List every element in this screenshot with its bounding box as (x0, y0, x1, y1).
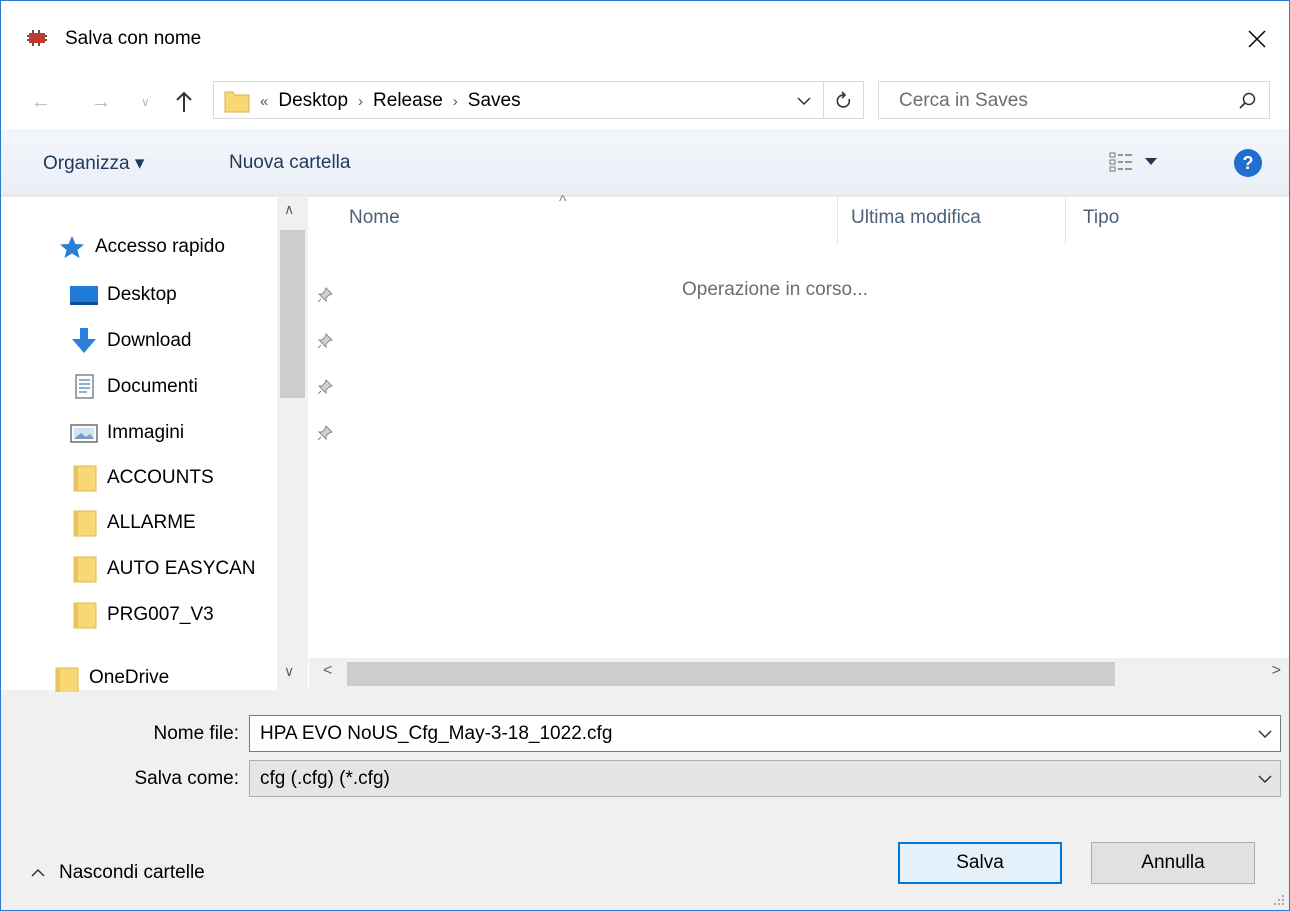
folder-icon (73, 556, 97, 583)
breadcrumb-release[interactable]: Release (373, 90, 443, 112)
back-icon[interactable]: ← (31, 91, 51, 114)
navigation-bar: ← → ∨ « Desktop › Release › Saves Cerca … (1, 77, 1289, 129)
nav-item-prg007-v3[interactable]: PRG007_V3 (69, 597, 214, 633)
forward-icon[interactable]: → (91, 91, 111, 114)
search-box[interactable]: Cerca in Saves (878, 81, 1270, 119)
navigation-pane: Accesso rapido Desktop Download Document… (1, 197, 333, 692)
pictures-icon (70, 424, 98, 443)
command-bar: Organizza ▾ Nuova cartella ? (1, 129, 1289, 196)
documents-icon (75, 374, 94, 399)
nav-item-download[interactable]: Download (69, 323, 333, 359)
nav-item-label: ALLARME (107, 512, 196, 533)
download-icon (72, 328, 96, 353)
close-icon (1248, 30, 1266, 48)
help-button[interactable]: ? (1234, 149, 1262, 177)
column-header-name[interactable]: Nome (349, 207, 400, 229)
view-options-button[interactable] (1109, 151, 1157, 173)
save-button[interactable]: Salva (898, 842, 1062, 884)
title-bar: Salva con nome (1, 1, 1289, 77)
filename-field[interactable]: HPA EVO NoUS_Cfg_May-3-18_1022.cfg (249, 715, 1281, 752)
scroll-right-icon[interactable]: > (1272, 662, 1281, 680)
search-icon (1239, 92, 1256, 109)
hide-folders-label: Nascondi cartelle (59, 862, 205, 883)
savetype-label: Salva come: (134, 768, 239, 789)
folder-icon (224, 91, 250, 113)
window-title: Salva con nome (65, 28, 202, 49)
nav-item-label: AUTO EASYCAN (107, 558, 256, 579)
content-area: Accesso rapido Desktop Download Document… (1, 193, 1289, 692)
nav-item-label: Download (107, 330, 192, 351)
nav-item-auto-easycan[interactable]: AUTO EASYCAN (69, 551, 256, 587)
recent-locations-icon[interactable]: ∨ (141, 95, 150, 109)
search-input[interactable]: Cerca in Saves (899, 90, 1028, 112)
caret-down-icon (1145, 158, 1157, 165)
file-list: ^ Nome Ultima modifica Tipo Operazione i… (309, 193, 1289, 690)
breadcrumb-separator[interactable]: › (358, 93, 363, 110)
nav-item-allarme[interactable]: ALLARME (69, 505, 196, 541)
star-icon (60, 236, 84, 258)
desktop-icon (70, 286, 98, 305)
nav-item-label: ACCOUNTS (107, 467, 214, 488)
chevron-up-icon (31, 868, 45, 877)
column-divider[interactable] (837, 197, 838, 244)
hide-folders-button[interactable]: Nascondi cartelle (31, 862, 205, 884)
nav-item-label: Immagini (107, 422, 185, 443)
nav-item-label: Desktop (107, 284, 177, 305)
folder-icon (73, 510, 97, 537)
filename-input[interactable]: HPA EVO NoUS_Cfg_May-3-18_1022.cfg (260, 723, 612, 745)
scroll-up-icon[interactable]: ∧ (284, 201, 294, 218)
sort-ascending-icon: ^ (559, 193, 567, 210)
nav-item-label: OneDrive (89, 667, 170, 688)
chevron-down-icon (1258, 775, 1272, 784)
new-folder-button[interactable]: Nuova cartella (229, 152, 350, 174)
nav-item-desktop[interactable]: Desktop (69, 277, 333, 313)
column-header-type[interactable]: Tipo (1083, 207, 1119, 229)
view-icon (1109, 152, 1132, 172)
refresh-button[interactable] (826, 87, 862, 115)
up-icon[interactable] (175, 91, 193, 113)
nav-item-label: Accesso rapido (95, 236, 225, 257)
cancel-button[interactable]: Annulla (1091, 842, 1255, 884)
breadcrumb: « Desktop › Release › Saves (260, 90, 521, 112)
breadcrumb-desktop[interactable]: Desktop (278, 90, 348, 112)
nav-item-label: PRG007_V3 (107, 604, 214, 625)
nav-item-onedrive[interactable]: OneDrive (51, 660, 169, 696)
filename-label: Nome file: (153, 723, 239, 744)
folder-icon (55, 667, 79, 692)
address-dropdown-button[interactable] (789, 88, 819, 114)
savetype-select[interactable]: cfg (.cfg) (*.cfg) (249, 760, 1281, 797)
folder-icon (73, 602, 97, 629)
address-bar[interactable]: « Desktop › Release › Saves (213, 81, 864, 119)
breadcrumb-overflow[interactable]: « (260, 93, 268, 110)
breadcrumb-separator[interactable]: › (453, 93, 458, 110)
chevron-down-icon (797, 97, 811, 106)
organize-button[interactable]: Organizza ▾ (43, 152, 144, 175)
resize-grip-icon[interactable] (1271, 892, 1285, 906)
folder-icon (73, 465, 97, 492)
scroll-left-icon[interactable]: < (323, 662, 332, 680)
scroll-down-icon[interactable]: ∨ (284, 663, 294, 680)
nav-item-accounts[interactable]: ACCOUNTS (69, 460, 214, 496)
nav-item-immagini[interactable]: Immagini (69, 415, 333, 451)
save-as-dialog: Salva con nome ← → ∨ « Desktop › Release… (0, 0, 1290, 911)
scrollbar-thumb[interactable] (280, 230, 305, 398)
loading-status: Operazione in corso... (682, 279, 868, 300)
breadcrumb-saves[interactable]: Saves (468, 90, 521, 112)
scrollbar-thumb[interactable] (347, 662, 1115, 686)
address-divider (823, 82, 824, 118)
app-icon (27, 30, 47, 46)
close-button[interactable] (1225, 1, 1289, 77)
chevron-down-icon[interactable] (1258, 724, 1272, 742)
nav-item-quick-access[interactable]: Accesso rapido (57, 229, 225, 265)
column-header-modified[interactable]: Ultima modifica (851, 207, 981, 229)
column-divider[interactable] (1065, 197, 1066, 244)
nav-item-label: Documenti (107, 376, 198, 397)
savetype-value: cfg (.cfg) (*.cfg) (260, 768, 390, 789)
refresh-icon (836, 91, 851, 108)
file-list-scrollbar[interactable]: < > (309, 658, 1289, 690)
nav-pane-scrollbar[interactable]: ∧ ∨ (277, 197, 308, 690)
nav-item-documenti[interactable]: Documenti (69, 369, 333, 405)
